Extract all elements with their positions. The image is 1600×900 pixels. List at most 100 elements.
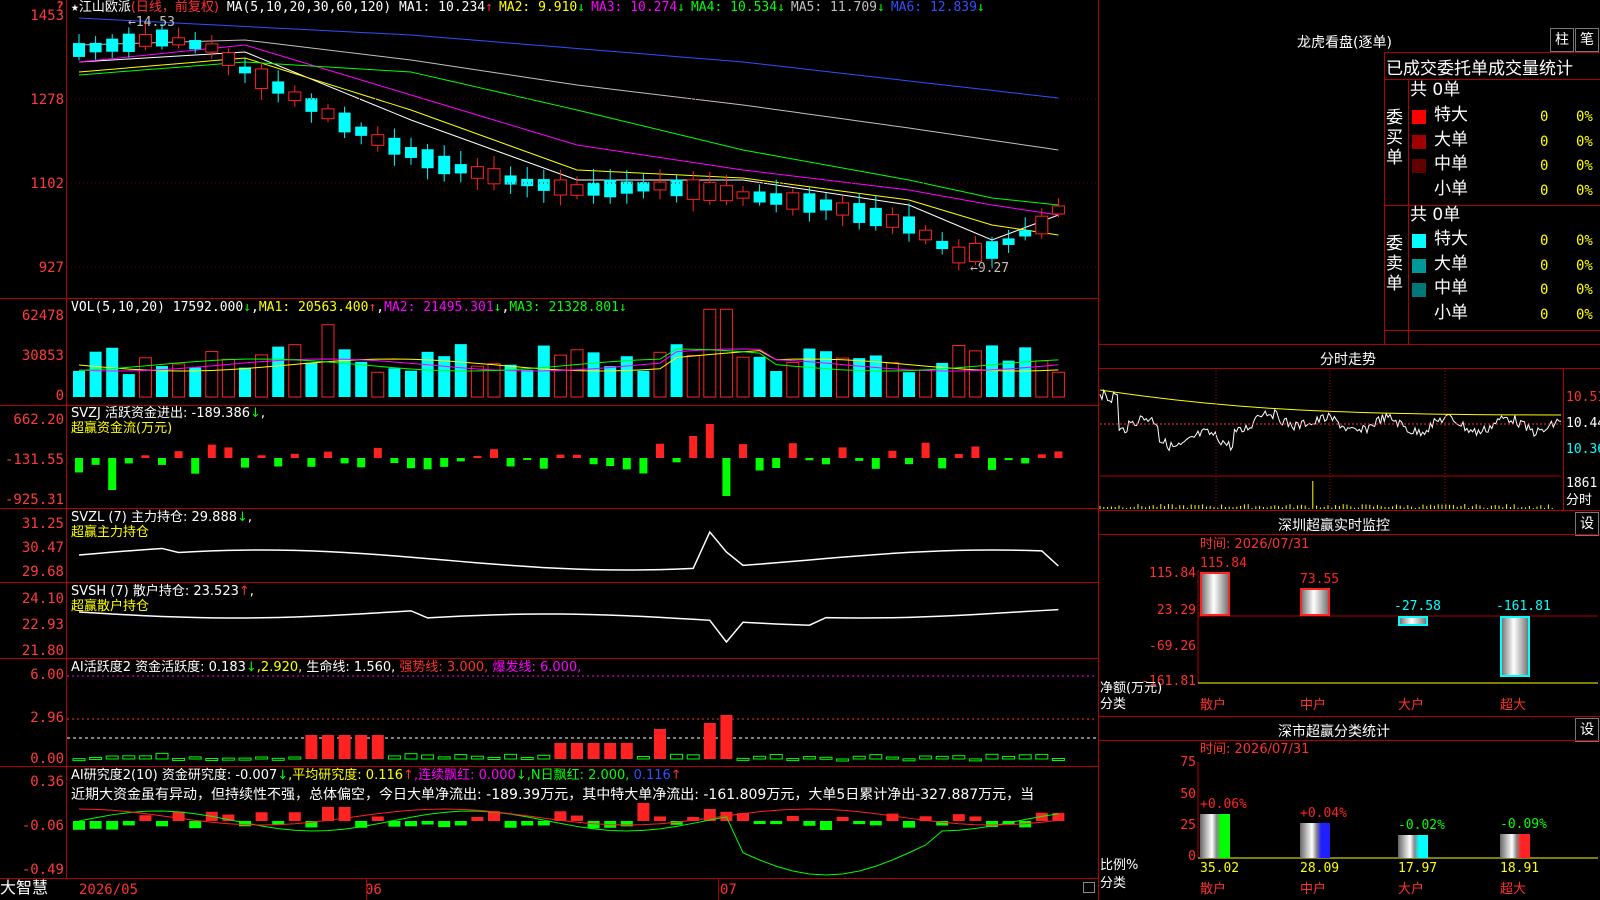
- volume-bar: [686, 355, 700, 398]
- volume-bar: [338, 349, 351, 397]
- candle: [321, 108, 335, 120]
- main-chart-canvas[interactable]: ←14.53 ←9.27: [0, 0, 1600, 900]
- ai3-bar: [388, 821, 401, 827]
- ai3-tick: -0.06: [21, 818, 64, 834]
- ai2-bar: [89, 756, 103, 760]
- ma-arrow: ↓: [777, 0, 785, 15]
- sell-color-swatch: [1412, 258, 1426, 273]
- candle: [470, 166, 484, 179]
- high-price-label: ←14.53: [128, 15, 175, 30]
- pen-mode-button[interactable]: 笔: [1575, 28, 1599, 52]
- ai2-desc: 资金活跃度: 0.183: [135, 660, 246, 675]
- price-tick: 927: [38, 260, 64, 276]
- stock-name[interactable]: 江山欧派: [79, 0, 131, 15]
- ma-value-4: MA4: 10.534↓: [690, 0, 785, 15]
- cat-axis-tick: 50: [1180, 787, 1196, 802]
- ma-values: MA1: 10.234↑ MA2: 9.910↓ MA3: 10.274↓ MA4: …: [399, 0, 991, 15]
- svzj-name: SVZJ: [71, 406, 101, 421]
- svzj-bar: [556, 454, 565, 458]
- volume-bar: [620, 356, 633, 397]
- svsh-sub: 超赢散户持仓: [71, 599, 150, 614]
- fs-price-tick: 10.44: [1566, 416, 1600, 431]
- ai3-bar: [322, 807, 334, 821]
- sell-type: 特大: [1434, 229, 1468, 249]
- ai2-bar: [885, 756, 899, 760]
- x-tick: 06: [365, 882, 382, 898]
- category-time: 时间: 2026/07/31: [1200, 742, 1310, 757]
- stats-bottom-line: [1384, 330, 1600, 331]
- svzl-line: [78, 530, 1059, 571]
- category-name: 超大: [1500, 882, 1527, 897]
- ai2-bar: [670, 753, 684, 760]
- category-change: +0.06%: [1200, 797, 1247, 813]
- svzl-tick: 29.68: [21, 564, 64, 580]
- volume-bar: [820, 351, 832, 397]
- ai2-bar: [338, 735, 351, 759]
- ai2-arrow: ↓: [245, 660, 257, 675]
- ai3-last: 0.116: [633, 768, 671, 783]
- ai2-bar: [571, 743, 583, 759]
- volume-bar: [355, 361, 368, 397]
- category-settings-button[interactable]: 设: [1575, 718, 1599, 742]
- star-icon[interactable]: ★: [71, 0, 79, 15]
- ai2-bar: [487, 756, 501, 760]
- ai2-bar: [935, 755, 949, 760]
- price-tick: 1453: [30, 8, 64, 24]
- ai2-bar: [305, 735, 318, 759]
- brand-logo: 大智慧: [0, 878, 49, 897]
- monitor-bar: [1398, 616, 1428, 627]
- period-label[interactable]: (日线，前复权): [131, 0, 219, 15]
- category-ylabel: 比例%: [1100, 858, 1139, 873]
- ai2-bar: [620, 743, 633, 759]
- svzj-comma: ,: [260, 406, 266, 421]
- svzj-bar: [473, 455, 482, 458]
- vol-ma2: MA2: 21495.301: [384, 300, 494, 315]
- x-tick-mark: [366, 878, 367, 900]
- ai3-bar: [571, 815, 583, 821]
- price-tick: 1278: [30, 92, 64, 108]
- vol-arrow: ↓: [243, 300, 252, 315]
- category-bar: [1500, 834, 1530, 858]
- volume-bar: [73, 370, 85, 397]
- sell-count: 0: [1540, 306, 1549, 323]
- svzj-bar: [988, 458, 996, 470]
- monitor-settings-button[interactable]: 设: [1575, 512, 1599, 536]
- ai3-bar: [836, 816, 849, 821]
- svzj-bar: [224, 447, 233, 458]
- candle: [1019, 230, 1032, 237]
- lock-icon[interactable]: [1083, 882, 1095, 893]
- ai3-bar: [886, 813, 899, 821]
- buy-type: 中单: [1434, 154, 1468, 174]
- category-value: 28.09: [1300, 861, 1340, 876]
- ai2-life: 生命线: 1.560,: [306, 660, 396, 675]
- svsh-arrow: ↑: [238, 584, 250, 599]
- monitor-bar: [1200, 572, 1230, 616]
- svsh-tick: 22.93: [21, 617, 64, 633]
- volume-bar: [885, 362, 899, 398]
- ma-arrow: ↓: [677, 0, 685, 15]
- candle: [537, 179, 550, 191]
- svzj-bar: [1021, 458, 1030, 464]
- category-change: -0.09%: [1500, 817, 1547, 833]
- candle: [156, 29, 168, 47]
- svzj-bar: [523, 458, 532, 461]
- sell-percent: 0%: [1576, 306, 1593, 323]
- svzj-bar: [938, 458, 947, 469]
- candle: [570, 184, 584, 196]
- stats-label-line: [1408, 79, 1409, 344]
- ai3-bar: [853, 821, 866, 825]
- vol-ma2-arrow: ↓: [493, 300, 502, 315]
- candle: [903, 216, 915, 234]
- fenshi-title: 分时走势: [1320, 352, 1376, 368]
- volume-bar: [736, 356, 750, 398]
- mon-axis-tick: 115.84: [1149, 566, 1196, 581]
- cat-top-line: [1098, 716, 1600, 717]
- bar-mode-button[interactable]: 柱: [1550, 28, 1574, 52]
- candle: [189, 40, 202, 50]
- candle: [803, 193, 816, 213]
- ai2-name: AI活跃度2: [71, 660, 131, 675]
- sell-type: 大单: [1434, 253, 1468, 274]
- sell-color-swatch: [1412, 234, 1426, 248]
- sell-percent: 0%: [1576, 282, 1593, 298]
- main-right-border: [1098, 0, 1099, 900]
